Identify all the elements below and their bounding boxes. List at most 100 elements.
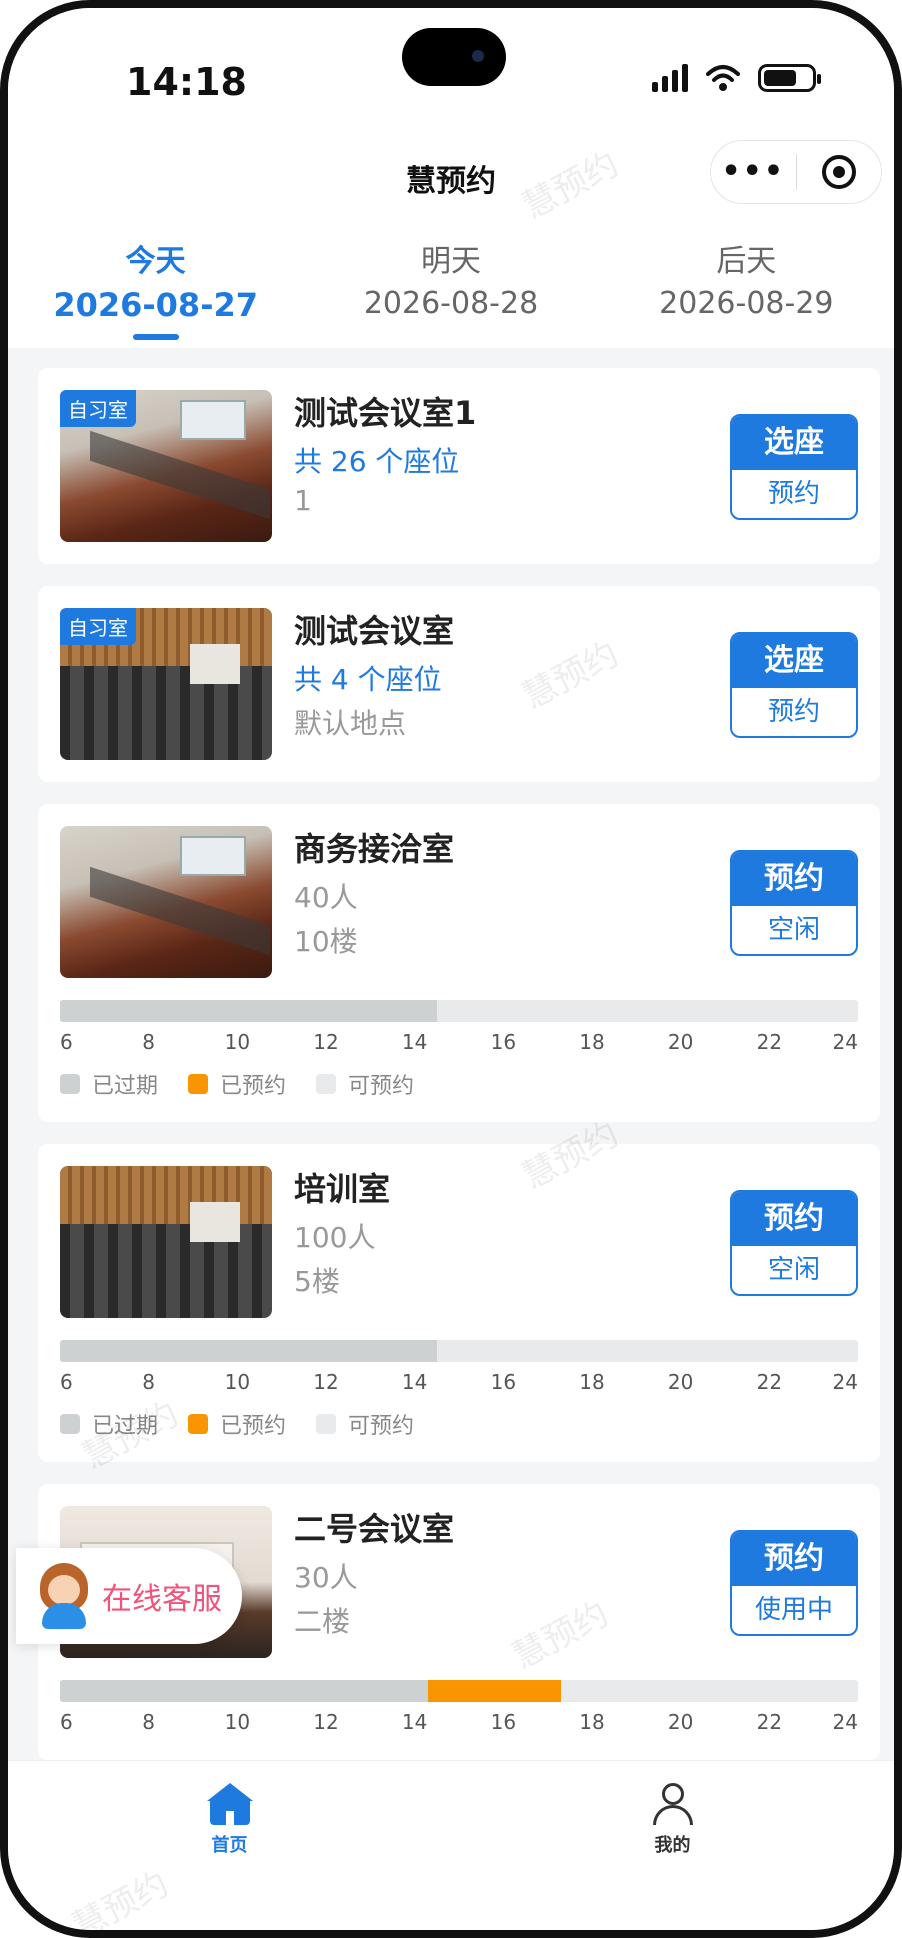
more-icon[interactable]: •••: [711, 142, 796, 202]
wifi-icon: [706, 65, 740, 91]
timeline-legend: 已过期 已预约 可预约: [60, 1408, 858, 1440]
action-primary-label: 选座: [732, 416, 856, 470]
room-status-label: 空闲: [767, 915, 820, 945]
room-location: 二楼: [294, 1605, 351, 1638]
user-icon: [651, 1783, 695, 1825]
timeline-tick-label: 22: [756, 1710, 783, 1734]
room-capacity: 100人: [294, 1221, 376, 1254]
room-location: 1: [294, 484, 312, 517]
timeline-tick-label: 6: [60, 1030, 73, 1054]
tab-date-label: 2026-08-29: [659, 286, 834, 321]
room-location: 5楼: [294, 1265, 340, 1298]
timeline-past-segment: [60, 1680, 428, 1702]
select-seat-button[interactable]: 选座 预约: [730, 632, 858, 738]
room-photo: [60, 826, 272, 978]
room-name: 二号会议室: [294, 1510, 455, 1548]
tab-mine[interactable]: 我的: [451, 1761, 894, 1930]
action-primary-label: 预约: [732, 1192, 856, 1246]
room-name: 测试会议室: [294, 612, 455, 650]
room-status-label: 空闲: [767, 1255, 820, 1285]
timeline-tick-label: 8: [142, 1370, 156, 1394]
timeline-tick-label: 18: [579, 1370, 605, 1394]
seat-count: 共 26 个座位: [294, 445, 460, 478]
timeline-legend: 已过期 已预约 可预约: [60, 1068, 858, 1100]
tab-day-after[interactable]: 后天 2026-08-29: [599, 218, 894, 348]
room-status-label: 使用中: [754, 1595, 833, 1625]
timeline-ticks: 6 8 10 12 14 16 18 20 22 24: [60, 1702, 858, 1738]
timeline-tick-label: 14: [401, 1370, 428, 1394]
legend-swatch-available: [316, 1414, 337, 1434]
action-primary-label: 选座: [732, 634, 856, 688]
timeline-tick-label: 6: [60, 1370, 73, 1394]
timeline-tick-label: 10: [224, 1030, 251, 1054]
select-seat-button[interactable]: 选座 预约: [730, 414, 858, 520]
tab-mine-label: 我的: [654, 1835, 691, 1856]
timeline-tick-label: 18: [579, 1030, 605, 1054]
room-photo: [60, 1166, 272, 1318]
status-icons: [652, 64, 821, 92]
timeline-tick-label: 10: [224, 1710, 251, 1734]
legend-booked-label: 已预约: [220, 1414, 287, 1439]
timeline-tick-label: 24: [832, 1370, 858, 1394]
timeline-tick-label: 12: [313, 1370, 339, 1394]
timeline-tick-label: 12: [313, 1710, 339, 1734]
book-button[interactable]: 预约 使用中: [730, 1530, 858, 1636]
timeline-booked-segment: [427, 1680, 561, 1702]
timeline-tick-label: 22: [756, 1030, 783, 1054]
tab-date-label: 2026-08-27: [53, 286, 258, 324]
online-service-button[interactable]: 在线客服: [16, 1548, 242, 1644]
timeline-tick-label: 14: [401, 1030, 428, 1054]
room-card[interactable]: 培训室 100人 5楼 预约 空闲 6 8 10 12 14 16 18 20 22 24 已过期…: [38, 1144, 880, 1462]
timeline-tick-label: 24: [832, 1030, 858, 1054]
room-card[interactable]: 自习室 测试会议室1 共 26 个座位 1 选座 预约: [38, 368, 880, 564]
seat-count: 共 4 个座位: [294, 663, 442, 696]
timeline-tick-label: 8: [142, 1710, 156, 1734]
legend-booked-label: 已预约: [220, 1074, 287, 1099]
timeline-ticks: 6 8 10 12 14 16 18 20 22 24: [60, 1362, 858, 1398]
timeline-tick-label: 20: [667, 1370, 694, 1394]
status-time: 14:18: [126, 60, 247, 104]
timeline-tick-label: 16: [490, 1030, 517, 1054]
timeline-tick-label: 20: [667, 1710, 694, 1734]
miniprogram-capsule: •••: [710, 140, 882, 204]
tab-tomorrow[interactable]: 明天 2026-08-28: [303, 218, 598, 348]
action-primary-label: 预约: [732, 1532, 856, 1586]
action-primary-label: 预约: [732, 852, 856, 906]
timeline-tick-label: 18: [579, 1710, 605, 1734]
room-type-badge: 自习室: [60, 390, 136, 427]
legend-past-label: 已过期: [92, 1414, 159, 1439]
timeline-past-segment: [60, 1340, 437, 1362]
timeline-past-segment: [60, 1000, 437, 1022]
close-target-icon[interactable]: [797, 155, 882, 189]
timeline-tick-label: 24: [832, 1710, 858, 1734]
timeline-ticks: 6 8 10 12 14 16 18 20 22 24: [60, 1022, 858, 1058]
status-bar: 14:18: [8, 8, 894, 138]
timeline-tick-label: 16: [490, 1370, 517, 1394]
timeline-bar: [60, 1340, 858, 1362]
legend-available-label: 可预约: [348, 1414, 415, 1439]
legend-past-label: 已过期: [92, 1074, 159, 1099]
room-location: 10楼: [294, 925, 358, 958]
legend-swatch-booked: [188, 1414, 209, 1434]
service-avatar-icon: [36, 1563, 92, 1629]
tab-home-label: 首页: [211, 1835, 248, 1856]
tab-home[interactable]: 首页: [8, 1761, 451, 1930]
room-name: 商务接洽室: [294, 830, 455, 868]
book-button[interactable]: 预约 空闲: [730, 850, 858, 956]
room-card[interactable]: 商务接洽室 40人 10楼 预约 空闲 6 8 10 12 14 16 18 20 22 24 已…: [38, 804, 880, 1122]
action-secondary-label: 预约: [767, 697, 820, 727]
timeline-tick-label: 6: [60, 1710, 73, 1734]
nav-bar: 慧预约 •••: [8, 138, 894, 218]
date-tabs: 今天 2026-08-27 明天 2026-08-28 后天 2026-08-2…: [8, 218, 894, 348]
signal-icon: [652, 64, 688, 92]
legend-swatch-past: [60, 1074, 80, 1094]
room-name: 测试会议室1: [294, 394, 477, 432]
timeline-tick-label: 16: [490, 1710, 517, 1734]
tab-day-label: 明天: [420, 244, 481, 279]
availability-timeline: 6 8 10 12 14 16 18 20 22 24: [38, 1680, 880, 1760]
service-label: 在线客服: [102, 1582, 222, 1617]
timeline-tick-label: 12: [313, 1030, 339, 1054]
room-card[interactable]: 自习室 测试会议室 共 4 个座位 默认地点 选座 预约: [38, 586, 880, 782]
book-button[interactable]: 预约 空闲: [730, 1190, 858, 1296]
tab-today[interactable]: 今天 2026-08-27: [8, 218, 303, 348]
